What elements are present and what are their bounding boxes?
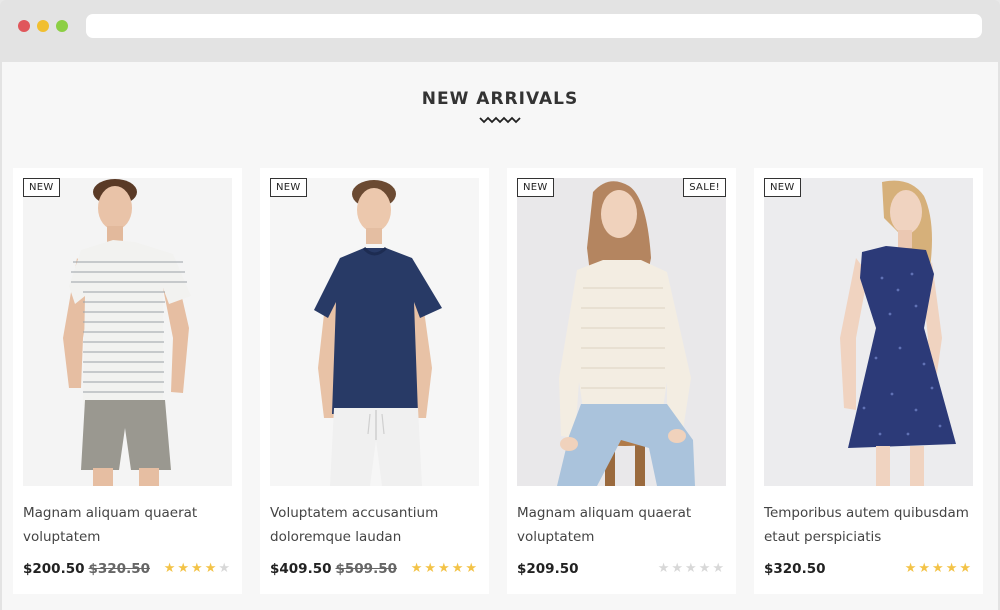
star-icon: ★ — [932, 560, 946, 575]
rating-stars: ★★★★★ — [164, 560, 232, 576]
section-title: NEW ARRIVALS — [421, 89, 579, 109]
star-icon: ★ — [959, 560, 973, 575]
product-price: $320.50 — [764, 561, 826, 577]
address-bar[interactable] — [86, 14, 982, 38]
star-icon: ★ — [451, 560, 466, 575]
star-icon: ★ — [410, 560, 425, 575]
rating-stars: ★★★★★ — [411, 560, 479, 576]
page-viewport: NEW ARRIVALS NEW Magnam aliquam quaerat … — [2, 62, 998, 610]
product-image[interactable] — [517, 178, 726, 486]
product-name[interactable]: Temporibus autem quibusdam etaut perspic… — [764, 501, 969, 549]
current-price: $209.50 — [517, 561, 579, 577]
product-card[interactable]: NEW Voluptatem accusantium doloremque la… — [260, 168, 489, 594]
rating-stars: ★★★★★ — [658, 560, 726, 576]
old-price: $509.50 — [335, 561, 398, 577]
sale-badge: SALE! — [683, 178, 726, 197]
star-icon: ★ — [698, 560, 713, 575]
star-icon: ★ — [657, 560, 672, 575]
product-image[interactable] — [764, 178, 973, 486]
current-price: $409.50 — [270, 561, 332, 577]
star-icon: ★ — [204, 560, 219, 575]
product-card[interactable]: NEW Temporibus autem quibusdam etaut per… — [754, 168, 983, 594]
product-price: $200.50 $320.50 — [23, 561, 150, 577]
product-name[interactable]: Magnam aliquam quaerat voluptatem — [517, 501, 722, 549]
star-icon: ★ — [438, 560, 452, 575]
new-badge: NEW — [23, 178, 60, 197]
maximize-window-dot[interactable] — [56, 20, 68, 32]
zigzag-divider-icon — [479, 116, 521, 124]
star-icon: ★ — [177, 560, 192, 575]
product-price: $209.50 — [517, 561, 579, 577]
browser-window: NEW ARRIVALS NEW Magnam aliquam quaerat … — [0, 0, 1000, 610]
new-badge: NEW — [517, 178, 554, 197]
star-icon: ★ — [712, 560, 726, 575]
star-icon: ★ — [918, 560, 933, 575]
star-icon: ★ — [685, 560, 699, 575]
current-price: $200.50 — [23, 561, 85, 577]
product-card[interactable]: NEW Magnam aliquam quaerat voluptatem $2… — [13, 168, 242, 594]
star-icon: ★ — [424, 560, 439, 575]
close-window-dot[interactable] — [18, 20, 30, 32]
product-name[interactable]: Magnam aliquam quaerat voluptatem — [23, 501, 228, 549]
new-badge: NEW — [270, 178, 307, 197]
star-icon: ★ — [191, 560, 205, 575]
rating-stars: ★★★★★ — [905, 560, 973, 576]
product-image[interactable] — [23, 178, 232, 486]
current-price: $320.50 — [764, 561, 826, 577]
old-price: $320.50 — [88, 561, 151, 577]
star-icon: ★ — [671, 560, 686, 575]
product-card[interactable]: NEW SALE! Magnam aliquam quaerat volupta… — [507, 168, 736, 594]
minimize-window-dot[interactable] — [37, 20, 49, 32]
browser-titlebar — [0, 0, 1000, 52]
product-name[interactable]: Voluptatem accusantium doloremque laudan — [270, 501, 475, 549]
star-icon: ★ — [465, 560, 479, 575]
new-badge: NEW — [764, 178, 801, 197]
star-icon: ★ — [904, 560, 919, 575]
star-icon: ★ — [218, 560, 232, 575]
product-image[interactable] — [270, 178, 479, 486]
product-price: $409.50 $509.50 — [270, 561, 397, 577]
star-icon: ★ — [945, 560, 960, 575]
star-icon: ★ — [163, 560, 178, 575]
